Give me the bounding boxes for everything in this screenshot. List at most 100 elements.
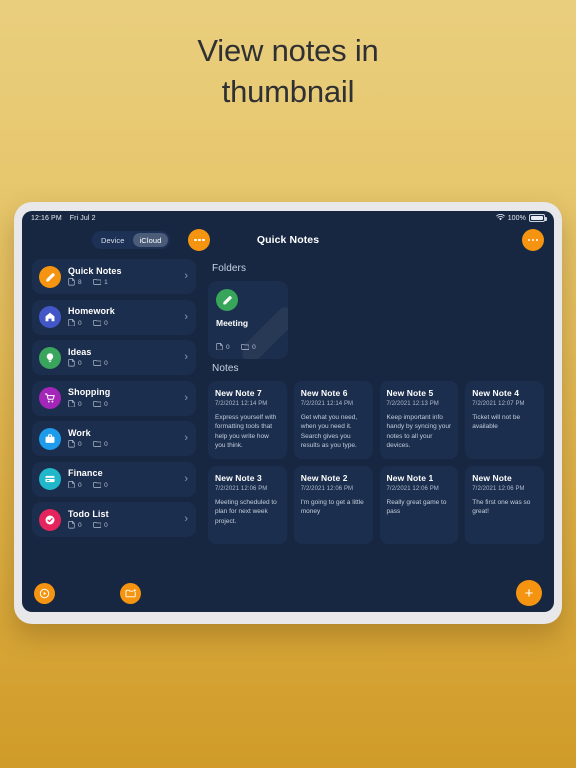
note-card[interactable]: New Note 4 7/2/2021 12:07 PM Ticket will n… (465, 381, 544, 459)
sidebar-item-label: Homework (68, 306, 115, 316)
note-count-value: 0 (78, 481, 82, 489)
note-title: New Note 3 (215, 473, 262, 483)
folder-count-value: 0 (104, 319, 108, 327)
note-card[interactable]: New Note 2 7/2/2021 12:06 PM I'm going to … (293, 466, 373, 544)
folder-icon (92, 481, 102, 491)
note-icon (68, 318, 75, 329)
briefcase-icon (39, 427, 61, 450)
item-counts: 00 (68, 399, 177, 410)
sidebar-item-shopping[interactable]: Shopping 0 0 › (32, 380, 196, 416)
folder-name: Meeting (216, 318, 249, 328)
sidebar-item-text: Quick Notes 8 1 (68, 266, 177, 288)
sidebar-item-work[interactable]: Work 0 0 › (32, 421, 196, 456)
folder-count: 0 (92, 481, 108, 491)
page-title-line1: View notes in (197, 33, 379, 68)
note-card[interactable]: New Note 7 7/2/2021 12:14 PM Express yours… (208, 381, 287, 459)
note-count-value: 8 (78, 279, 82, 287)
note-count: 0 (68, 440, 82, 450)
status-date: Fri Jul 2 (69, 214, 96, 222)
app-body: Quick Notes 8 1 › Homework 0 0 › Ideas 0 0 › Shoppin… (22, 255, 554, 574)
chevron-right-icon: › (184, 513, 188, 525)
note-title: New Note 7 (215, 388, 262, 398)
note-timestamp: 7/2/2021 12:06 PM (472, 486, 525, 492)
sidebar-item-text: Work 0 0 (68, 428, 177, 450)
page-title-line2: thumbnail (221, 74, 355, 109)
note-card[interactable]: New Note 5 7/2/2021 12:13 PM Keep importan… (379, 381, 459, 459)
chevron-right-icon: › (184, 310, 188, 323)
more-horizontal-icon (531, 238, 535, 242)
sidebar-more-button[interactable] (188, 229, 211, 251)
more-horizontal-icon (194, 238, 197, 242)
folder-icon (92, 440, 102, 450)
folder-count: 0 (92, 359, 108, 369)
sidebar-item-homework[interactable]: Homework 0 0 › (32, 299, 196, 335)
tablet-device-frame: 12:16 PM Fri Jul 2 100% Device iCloud Qu… (14, 202, 562, 624)
pencil-icon (39, 265, 61, 288)
sidebar-item-label: Ideas (68, 346, 92, 357)
note-preview: Meeting scheduled to plan for next week … (215, 499, 277, 525)
more-horizontal-icon (202, 238, 205, 242)
folder-plus-icon (125, 588, 136, 597)
folder-icon (92, 319, 102, 329)
sidebar-item-label: Quick Notes (68, 265, 122, 276)
note-count-value: 0 (78, 360, 82, 368)
note-icon (68, 399, 75, 410)
sidebar-item-label: Finance (68, 468, 103, 478)
folder-count: 0 (92, 400, 108, 410)
segment-icloud[interactable]: iCloud (132, 233, 169, 247)
battery-icon (529, 214, 547, 222)
note-card[interactable]: New Note 1 7/2/2021 12:06 PM Really great … (379, 466, 459, 544)
item-counts: 00 (216, 342, 280, 353)
chevron-right-icon: › (184, 351, 188, 363)
note-count-value: 0 (78, 319, 82, 327)
battery-percent: 100% (507, 214, 526, 222)
segment-device[interactable]: Device (94, 233, 132, 247)
note-count-value: 0 (78, 441, 82, 449)
note-timestamp: 7/2/2021 12:06 PM (215, 486, 268, 492)
recent-notes-button[interactable] (34, 582, 55, 604)
folder-icon (92, 359, 102, 369)
sidebar-item-label: Work (68, 427, 91, 438)
note-title: New Note 5 (386, 388, 434, 398)
more-horizontal-icon (198, 238, 201, 242)
add-note-button[interactable]: + (516, 580, 542, 606)
content-more-button[interactable] (522, 229, 544, 251)
sidebar-item-ideas[interactable]: Ideas 0 0 › (32, 340, 196, 375)
cart-icon (39, 387, 61, 409)
folder-icon (92, 400, 102, 410)
sidebar-item-finance[interactable]: Finance 0 0 › (32, 461, 196, 497)
sidebar-item-quick-notes[interactable]: Quick Notes 8 1 › (32, 259, 196, 294)
note-icon (68, 359, 75, 369)
note-preview: The first one was so great! (472, 499, 531, 516)
sidebar-item-todo-list[interactable]: Todo List 0 0 › (32, 502, 196, 537)
note-timestamp: 7/2/2021 12:13 PM (386, 401, 439, 407)
card-icon (39, 468, 61, 490)
folder-count: 0 (92, 440, 108, 450)
note-icon (68, 521, 75, 531)
folder-counts: 00 (216, 342, 280, 353)
note-count: 0 (68, 399, 82, 410)
more-horizontal-icon (527, 238, 531, 242)
item-counts: 00 (68, 359, 177, 369)
app-top-bar: Device iCloud Quick Notes (22, 225, 554, 255)
folder-count: 1 (92, 278, 108, 288)
folder-icon (92, 278, 102, 288)
item-counts: 00 (68, 440, 177, 450)
clock-play-icon (39, 588, 50, 598)
note-preview: Express yourself with formatting tools t… (215, 414, 277, 450)
note-card[interactable]: New Note 3 7/2/2021 12:06 PM Meeting sched… (208, 466, 287, 544)
note-card[interactable]: New Note 6 7/2/2021 12:14 PM Get what you … (293, 381, 373, 459)
folder-count-value: 0 (104, 481, 108, 489)
lightbulb-icon (39, 346, 61, 369)
new-folder-button[interactable] (120, 582, 141, 604)
note-count: 0 (216, 342, 230, 353)
note-count: 0 (68, 318, 82, 329)
note-card[interactable]: New Note 7/2/2021 12:06 PM The first one w… (465, 466, 544, 544)
folder-count-value: 0 (104, 400, 108, 408)
chevron-right-icon: › (184, 270, 188, 282)
storage-segmented-control[interactable]: Device iCloud (92, 231, 171, 249)
tablet-screen: 12:16 PM Fri Jul 2 100% Device iCloud Qu… (22, 211, 554, 612)
sidebar-item-text: Ideas 0 0 (68, 347, 177, 369)
note-count-value: 0 (78, 522, 82, 530)
folder-card[interactable]: Meeting 0 0 (208, 281, 288, 359)
